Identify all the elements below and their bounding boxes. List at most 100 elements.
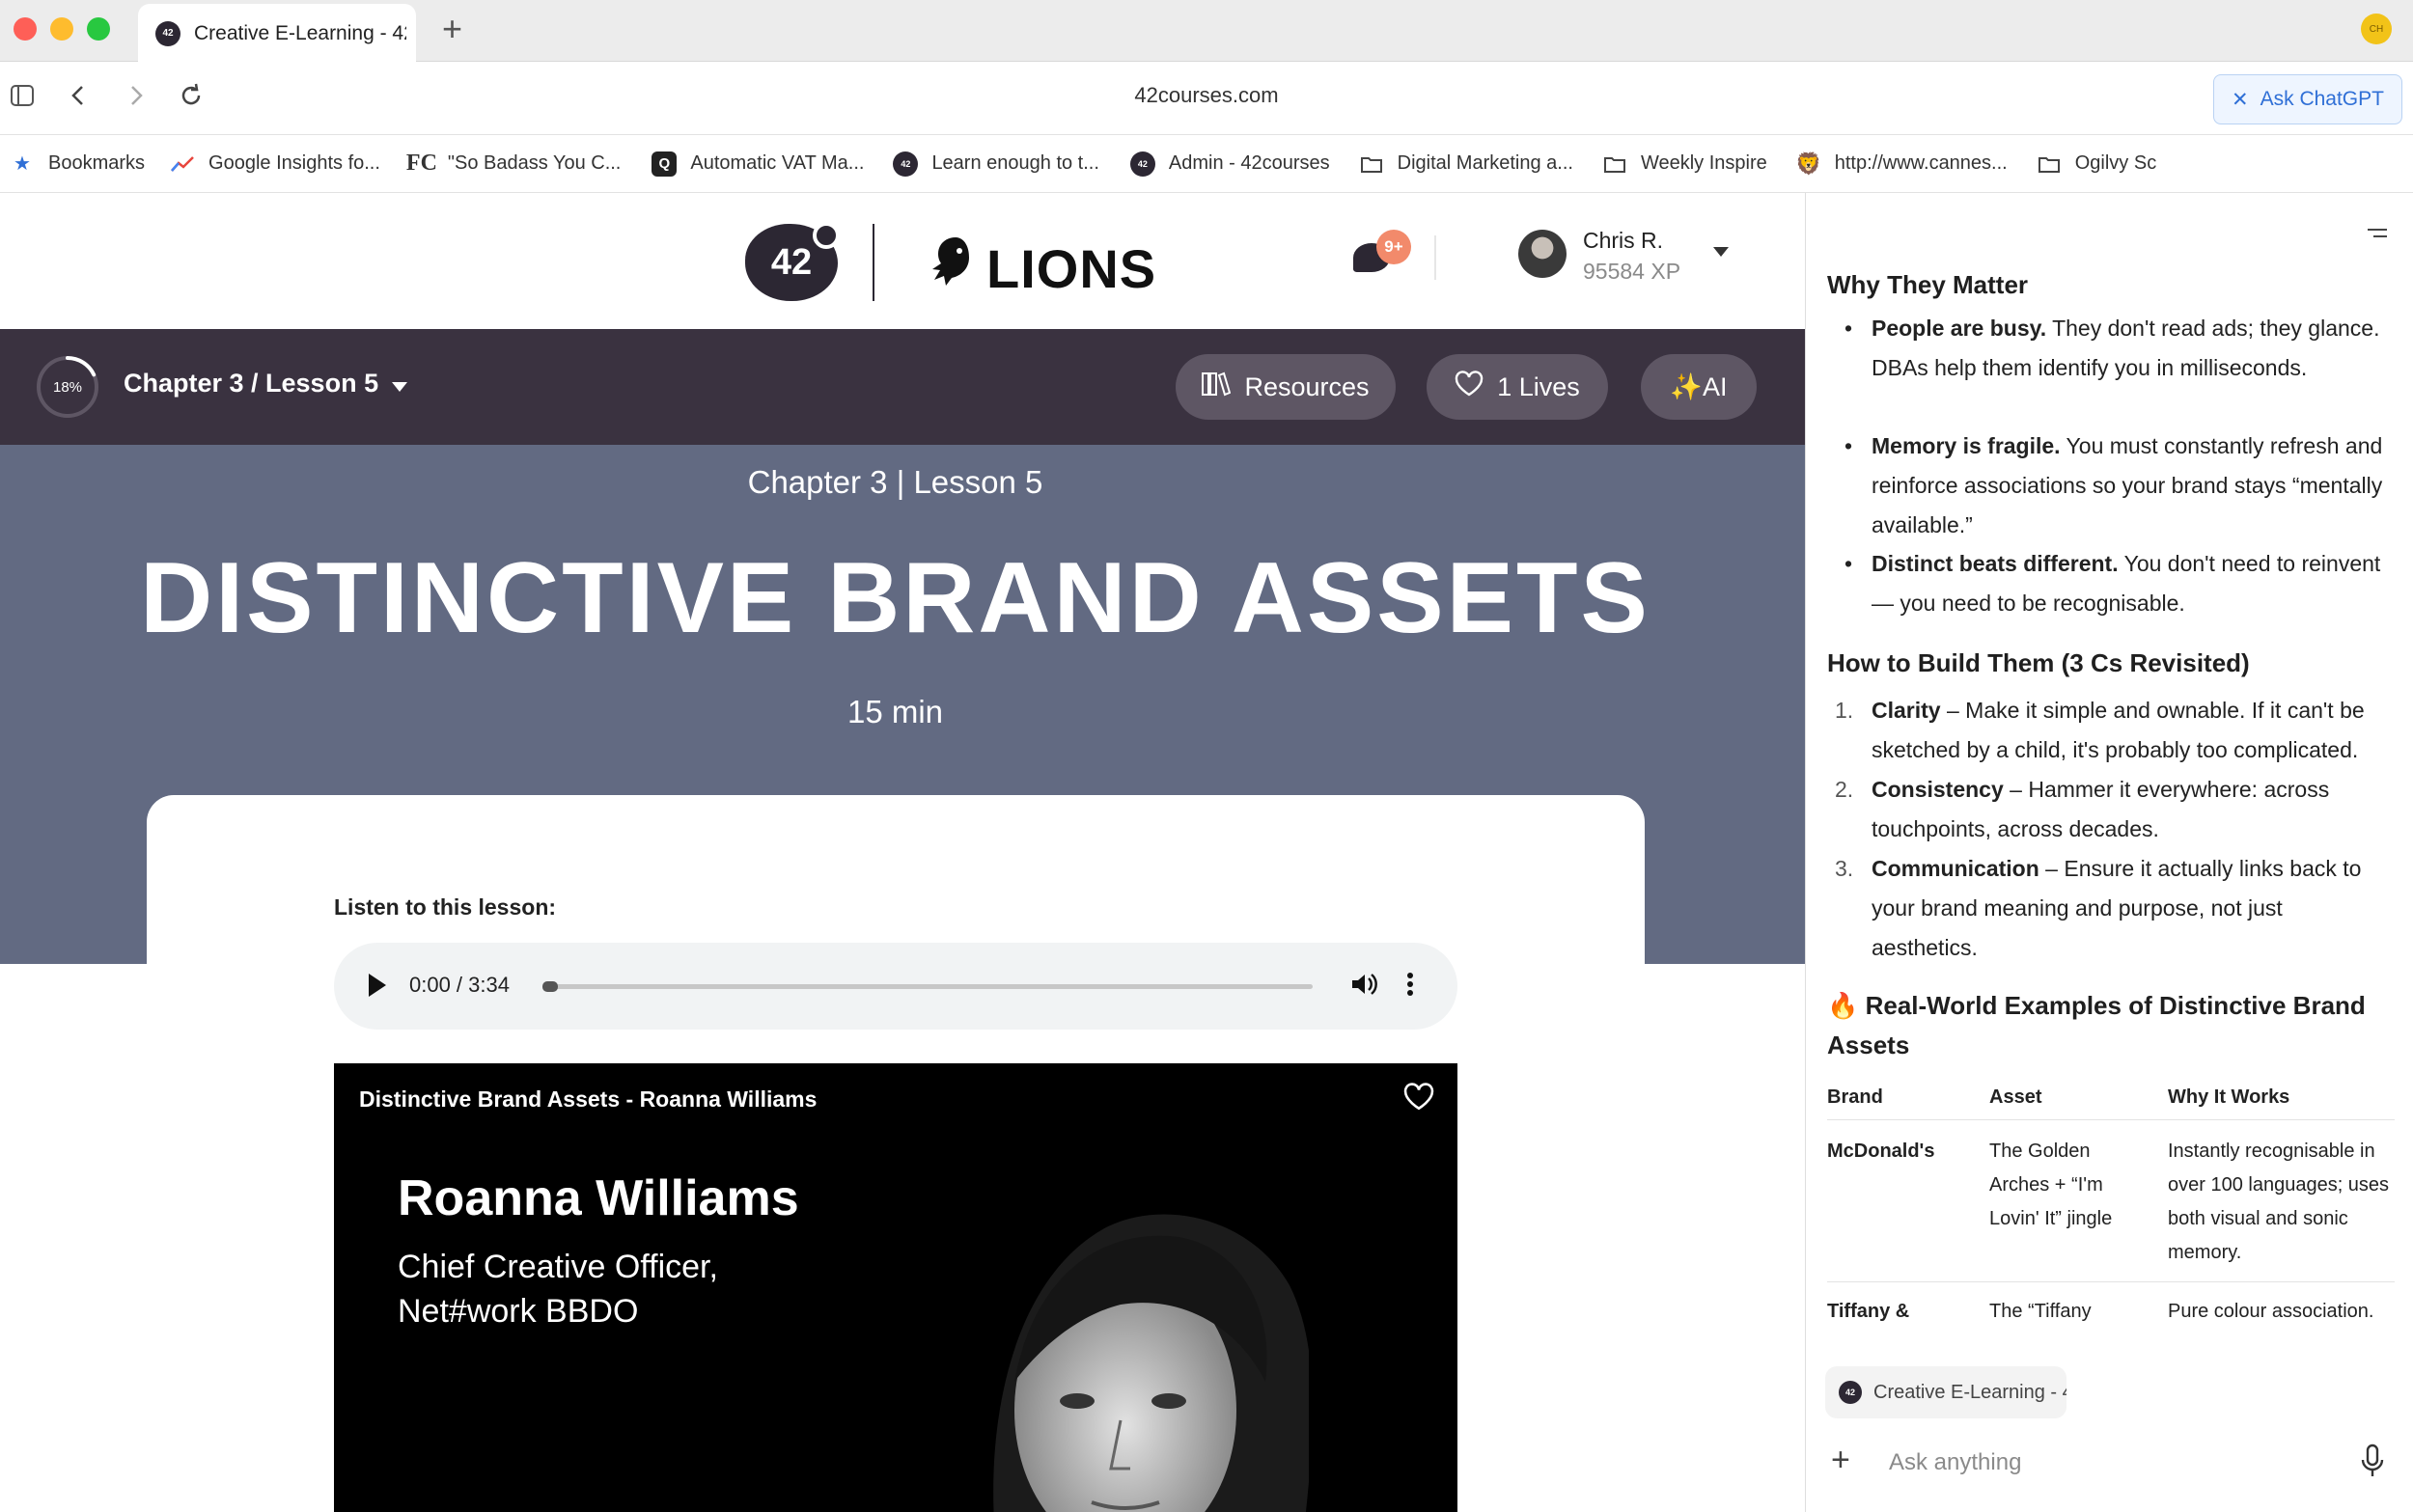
listen-label: Listen to this lesson: bbox=[334, 894, 557, 920]
header-divider bbox=[1434, 235, 1436, 280]
add-attachment-button[interactable]: + bbox=[1831, 1443, 1850, 1476]
new-tab-button[interactable]: + bbox=[442, 12, 462, 46]
table-divider bbox=[1827, 1281, 2395, 1282]
item-number: 3. bbox=[1835, 856, 1854, 881]
bookmarks-bar: ★ Bookmarks Google Insights fo... FC "So… bbox=[0, 135, 2413, 193]
ask-input[interactable] bbox=[1889, 1443, 2275, 1482]
ask-chatgpt-button[interactable]: ✕ Ask ChatGPT bbox=[2213, 74, 2402, 124]
table-header-brand: Brand bbox=[1827, 1086, 1883, 1108]
bullet: • bbox=[1844, 551, 1853, 576]
speaker-company: Net#work BBDO bbox=[398, 1293, 639, 1330]
url-field[interactable]: 42courses.com bbox=[965, 83, 1448, 108]
lion-icon bbox=[927, 234, 979, 303]
video-player[interactable]: Distinctive Brand Assets - Roanna Willia… bbox=[334, 1063, 1457, 1512]
list-item: 1. Clarity – Make it simple and ownable. … bbox=[1835, 691, 2393, 770]
library-icon bbox=[1202, 371, 1232, 404]
ask-chatgpt-label: Ask ChatGPT bbox=[2260, 88, 2384, 110]
bullet: • bbox=[1844, 433, 1853, 458]
profile-avatar[interactable]: CH bbox=[2361, 14, 2392, 44]
table-cell: McDonald's bbox=[1827, 1141, 1935, 1162]
bookmark-item[interactable]: Q Automatic VAT Ma... bbox=[652, 151, 864, 177]
audio-seek-bar[interactable] bbox=[542, 984, 1313, 989]
ai-button[interactable]: ✨AI bbox=[1641, 354, 1757, 420]
42courses-logo[interactable]: 42 bbox=[745, 222, 840, 301]
back-button[interactable] bbox=[66, 81, 91, 118]
item-number: 1. bbox=[1835, 698, 1854, 723]
table-cell: Pure colour association. bbox=[2168, 1301, 2374, 1322]
browser-tab-active[interactable]: 42 Creative E-Learning - 42courses bbox=[138, 4, 416, 63]
bookmark-item[interactable]: Weekly Inspire bbox=[1602, 151, 1767, 177]
table-cell: The “Tiffany bbox=[1989, 1301, 2092, 1322]
speaker-portrait bbox=[993, 1214, 1309, 1512]
chat-response[interactable]: Why They Matter • People are busy. They d… bbox=[1806, 261, 2413, 1322]
lesson-subtitle: Chapter 3 | Lesson 5 bbox=[747, 464, 1043, 500]
list-item: 3. Communication – Ensure it actually lin… bbox=[1835, 849, 2393, 968]
lives-button[interactable]: 1 Lives bbox=[1427, 354, 1608, 420]
user-avatar[interactable] bbox=[1518, 230, 1567, 278]
bookmark-item[interactable]: FC "So Badass You C... bbox=[405, 151, 621, 177]
table-cell: The Golden Arches + “I'm Lovin' It” jing… bbox=[1989, 1141, 2113, 1229]
heart-icon bbox=[1455, 370, 1484, 404]
address-toolbar: 42courses.com ✕ Ask ChatGPT bbox=[0, 62, 2413, 135]
user-name[interactable]: Chris R. bbox=[1583, 228, 1663, 254]
bullet: • bbox=[1844, 316, 1853, 341]
favorite-heart-icon[interactable] bbox=[1403, 1083, 1434, 1119]
lesson-duration: 15 min bbox=[846, 694, 944, 729]
microphone-icon[interactable] bbox=[2358, 1442, 2387, 1480]
ai-label: ✨AI bbox=[1670, 372, 1728, 401]
bookmark-label: Admin - 42courses bbox=[1168, 152, 1330, 174]
bookmark-label: http://www.cannes... bbox=[1834, 152, 2008, 174]
audio-seek-handle[interactable] bbox=[542, 981, 558, 992]
chatgpt-side-panel: Why They Matter • People are busy. They d… bbox=[1805, 193, 2413, 1512]
lion-icon: 🦁 bbox=[1795, 151, 1822, 176]
q-icon: Q bbox=[652, 151, 678, 177]
bookmark-item[interactable]: 42 Admin - 42courses bbox=[1129, 151, 1330, 177]
volume-icon[interactable] bbox=[1349, 970, 1378, 1006]
chevron-down-icon[interactable] bbox=[1713, 247, 1729, 257]
bookmark-label: Automatic VAT Ma... bbox=[690, 152, 865, 174]
chevron-down-icon[interactable] bbox=[392, 382, 407, 392]
item-bold: Memory is fragile. bbox=[1872, 433, 2061, 458]
logo-divider bbox=[873, 224, 874, 301]
page-context-chip[interactable]: 42 Creative E-Learning - 42courses bbox=[1825, 1366, 2066, 1418]
play-icon[interactable] bbox=[369, 974, 386, 997]
fc-icon: FC bbox=[405, 151, 437, 176]
more-options-icon[interactable] bbox=[1405, 970, 1415, 1004]
close-window-button[interactable] bbox=[14, 17, 37, 41]
star-icon: ★ bbox=[14, 153, 31, 175]
panel-menu-icon[interactable] bbox=[2366, 220, 2389, 250]
bookmark-item[interactable]: 42 Learn enough to t... bbox=[893, 151, 1099, 177]
folder-icon bbox=[1602, 151, 1627, 177]
how-heading: How to Build Them (3 Cs Revisited) bbox=[1827, 648, 2250, 677]
bookmark-label: Ogilvy Sc bbox=[2074, 152, 2157, 174]
sidebar-toggle-icon[interactable] bbox=[10, 83, 35, 116]
item-number: 2. bbox=[1835, 777, 1854, 802]
reload-button[interactable] bbox=[178, 81, 205, 118]
list-item: • Memory is fragile. You must constantly … bbox=[1844, 426, 2393, 545]
bookmark-item[interactable]: Ogilvy Sc bbox=[2037, 151, 2156, 177]
bookmark-item[interactable]: Digital Marketing a... bbox=[1359, 151, 1573, 177]
bookmark-item[interactable]: 🦁 http://www.cannes... bbox=[1795, 151, 2008, 177]
42-icon: 42 bbox=[155, 20, 180, 46]
item-bold: Communication bbox=[1872, 856, 2039, 881]
forward-button[interactable] bbox=[124, 81, 149, 118]
lesson-selector[interactable]: Chapter 3 / Lesson 5 bbox=[124, 369, 378, 399]
minimize-window-button[interactable] bbox=[50, 17, 73, 41]
close-icon: ✕ bbox=[2232, 88, 2249, 111]
item-text: – Make it simple and ownable. If it can'… bbox=[1872, 698, 2365, 762]
lesson-page: 42 LIONS 9+ Chris R. 95584 XP 18% Chapte… bbox=[0, 193, 1805, 1512]
lions-logo: LIONS bbox=[927, 234, 1156, 303]
notifications-button[interactable]: 9+ bbox=[1349, 230, 1411, 288]
bookmark-item[interactable]: Google Insights fo... bbox=[170, 151, 380, 177]
resources-label: Resources bbox=[1244, 371, 1370, 401]
item-bold: People are busy. bbox=[1872, 316, 2047, 341]
folder-icon bbox=[1359, 151, 1384, 177]
resources-button[interactable]: Resources bbox=[1176, 354, 1396, 420]
examples-heading: 🔥 Real-World Examples of Distinctive Bra… bbox=[1827, 991, 2366, 1059]
tab-title: Creative E-Learning - 42courses bbox=[194, 21, 406, 44]
maximize-window-button[interactable] bbox=[87, 17, 110, 41]
item-bold: Clarity bbox=[1872, 698, 1941, 723]
bookmark-item[interactable]: ★ Bookmarks bbox=[10, 151, 145, 177]
bookmark-label: Bookmarks bbox=[48, 152, 146, 174]
list-item: • Distinct beats different. You don't nee… bbox=[1844, 544, 2393, 623]
